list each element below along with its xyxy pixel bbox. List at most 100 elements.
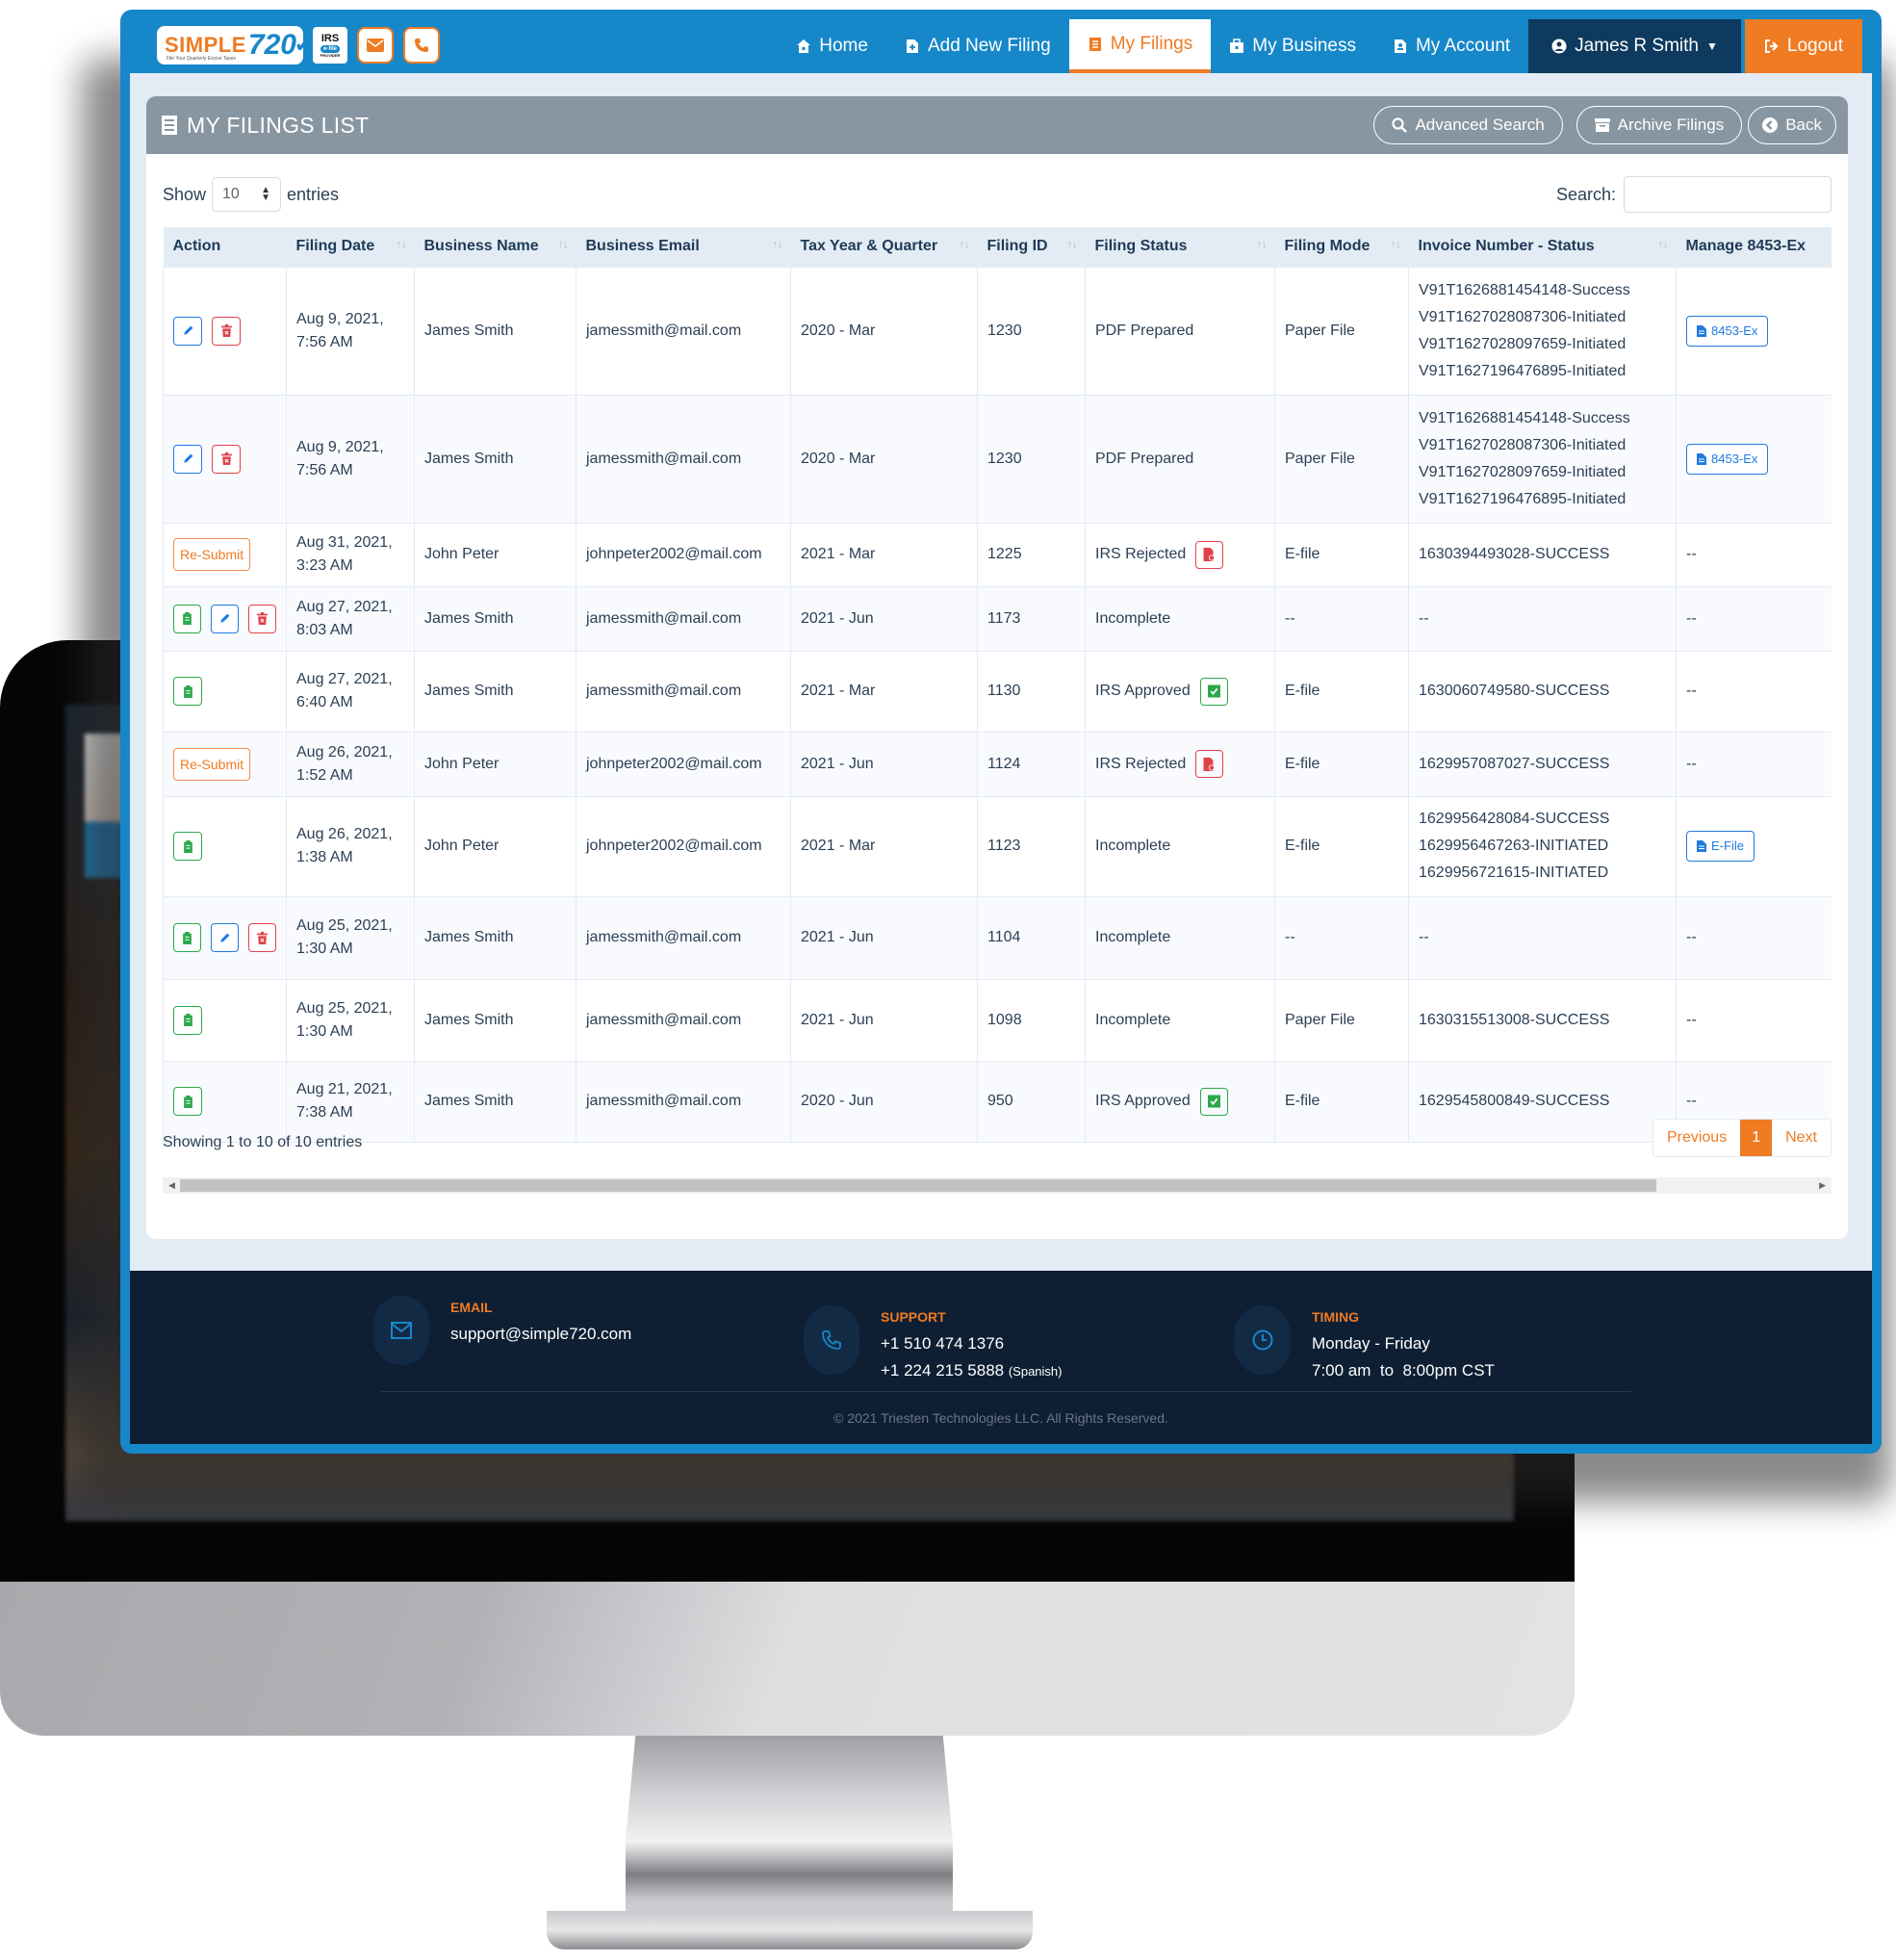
advanced-search-button[interactable]: Advanced Search [1373, 106, 1563, 144]
resubmit-button[interactable]: Re-Submit [173, 538, 251, 571]
logout-button[interactable]: Logout [1744, 19, 1862, 73]
cell-business-name: John Peter [414, 795, 576, 897]
rejection-details-button[interactable] [1195, 750, 1224, 778]
sort-icon[interactable]: ↑↓ [1257, 239, 1268, 250]
action-buttons: Re-Submit [173, 747, 276, 781]
simple720-logo[interactable]: SIMPLE 720 ✔ File Your Quarterly Excise … [157, 26, 312, 64]
sort-icon[interactable]: ↑↓ [1391, 239, 1401, 250]
invoice-entry: 1629545800849-SUCCESS [1419, 1093, 1610, 1109]
column-header: Action [163, 227, 287, 267]
column-header[interactable]: Filing Mode ↑↓ [1274, 227, 1409, 267]
delete-button[interactable] [212, 444, 241, 474]
cell-action [163, 585, 287, 652]
archive-filings-button[interactable]: Archive Filings [1576, 106, 1743, 144]
view-summary-button[interactable] [173, 1087, 202, 1116]
rejection-details-button[interactable] [1195, 540, 1224, 569]
delete-button[interactable] [212, 316, 241, 346]
sort-icon[interactable]: ↑↓ [1658, 239, 1669, 250]
time-line: 7:56 AM [296, 333, 353, 350]
column-header[interactable]: Business Email ↑↓ [576, 227, 791, 267]
page-length-value: 10 [222, 186, 240, 202]
cell-filing-mode: E-file [1274, 522, 1409, 587]
sort-icon[interactable]: ↑↓ [558, 239, 569, 250]
cell-filing-date: Aug 27, 2021, 6:40 AM [286, 650, 415, 733]
phone-contact-button[interactable] [403, 27, 440, 64]
column-header[interactable]: Filing ID ↑↓ [977, 227, 1086, 267]
manage-button-label: 8453-Ex [1711, 322, 1758, 338]
search-input[interactable] [1624, 176, 1832, 213]
pagination-next[interactable]: Next [1772, 1120, 1831, 1156]
edit-button[interactable] [211, 923, 239, 952]
monitor-foot [547, 1911, 1033, 1949]
pagination-page-1[interactable]: 1 [1740, 1120, 1773, 1156]
sort-icon[interactable]: ↑↓ [773, 239, 783, 250]
scroll-right-icon[interactable]: ▶ [1819, 1177, 1826, 1194]
schedule1-download-button[interactable] [1199, 677, 1228, 706]
efile-pdf-button[interactable]: E-File [1686, 831, 1755, 862]
view-summary-button[interactable] [173, 604, 201, 633]
manage-button-label: 8453-Ex [1711, 451, 1758, 466]
view-summary-button[interactable] [173, 923, 201, 952]
clipboard-icon [183, 1095, 192, 1108]
cell-filing-date: Aug 27, 2021, 8:03 AM [286, 585, 415, 652]
delete-button[interactable] [248, 604, 276, 633]
horizontal-scrollbar[interactable]: ◀ ▶ [163, 1177, 1832, 1194]
footer-divider [380, 1391, 1631, 1392]
nav-add-new-filing[interactable]: Add New Filing [886, 19, 1069, 73]
email-contact-button[interactable] [357, 27, 394, 64]
scroll-left-icon[interactable]: ◀ [168, 1177, 175, 1194]
user-menu-dropdown[interactable]: James R Smith ▼ [1528, 19, 1741, 73]
footer-email-value[interactable]: support@simple720.com [450, 1321, 631, 1348]
view-summary-button[interactable] [173, 677, 202, 706]
form-8453ex-button[interactable]: 8453-Ex [1686, 315, 1769, 347]
column-header[interactable]: Filing Status ↑↓ [1085, 227, 1275, 267]
cell-invoice-status: V91T1626881454148-Success V91T16270280873… [1408, 266, 1677, 396]
cell-manage-8453ex: E-File [1676, 795, 1832, 897]
footer-phone-2[interactable]: +1 224 215 5888 (Spanish) [881, 1357, 1062, 1385]
edit-button[interactable] [211, 604, 239, 633]
copyright: © 2021 Triesten Technologies LLC. All Ri… [130, 1410, 1872, 1426]
resubmit-button[interactable]: Re-Submit [173, 747, 251, 781]
status-wrap: Incomplete [1095, 607, 1265, 631]
filings-panel: MY FILINGS LIST Advanced Search Archive … [146, 96, 1848, 1239]
column-header[interactable]: Business Name ↑↓ [414, 227, 576, 267]
schedule1-download-button[interactable] [1199, 1087, 1228, 1116]
nav-my-filings[interactable]: My Filings [1068, 19, 1212, 73]
sort-icon[interactable]: ↑↓ [960, 239, 970, 250]
invoice-entry: V91T1627028087306-Initiated [1419, 308, 1627, 325]
sort-icon[interactable]: ↑↓ [1067, 239, 1078, 250]
column-header-label: Filing Date [295, 238, 375, 255]
invoice-entry: V91T1627196476895-Initiated [1419, 362, 1627, 379]
invoice-entry: V91T1627028097659-Initiated [1419, 335, 1627, 352]
footer-phone-1[interactable]: +1 510 474 1376 [881, 1330, 1062, 1357]
column-header[interactable]: Tax Year & Quarter ↑↓ [790, 227, 978, 267]
status-wrap: IRS Rejected [1095, 540, 1265, 569]
back-button[interactable]: Back [1748, 106, 1836, 144]
date-line: Aug 9, 2021, [296, 310, 384, 327]
cell-filing-date: Aug 31, 2021, 3:23 AM [286, 522, 415, 587]
nav-my-business[interactable]: My Business [1211, 19, 1374, 73]
table-body: Aug 9, 2021, 7:56 AM James Smith jamessmith… [163, 266, 1832, 1143]
form-8453ex-button[interactable]: 8453-Ex [1686, 443, 1769, 475]
view-summary-button[interactable] [173, 832, 202, 861]
edit-button[interactable] [173, 316, 202, 346]
action-buttons [173, 316, 276, 346]
trash-icon [220, 324, 232, 337]
pagination-previous[interactable]: Previous [1653, 1120, 1741, 1156]
column-header[interactable]: Invoice Number - Status ↑↓ [1408, 227, 1677, 267]
site-footer: EMAIL support@simple720.com SUPPORT +1 5… [130, 1271, 1872, 1444]
delete-button[interactable] [248, 923, 276, 952]
edit-button[interactable] [173, 444, 202, 474]
nav-home[interactable]: Home [778, 19, 886, 73]
scrollbar-thumb[interactable] [180, 1179, 1656, 1192]
view-summary-button[interactable] [173, 1005, 202, 1035]
panel-header: MY FILINGS LIST Advanced Search Archive … [146, 96, 1848, 154]
sort-icon[interactable]: ↑↓ [397, 239, 407, 250]
page-length-select[interactable]: 10 ▲ ▼ [212, 177, 282, 212]
caret-down-icon: ▼ [1705, 39, 1718, 53]
column-header[interactable]: Filing Date ↑↓ [286, 227, 415, 267]
column-header[interactable]: Manage 8453-Ex ↑↓ [1676, 227, 1832, 267]
nav-my-account[interactable]: My Account [1374, 19, 1528, 73]
nav-my-business-label: My Business [1252, 36, 1356, 56]
sort-icon[interactable]: ↑↓ [1830, 239, 1832, 250]
